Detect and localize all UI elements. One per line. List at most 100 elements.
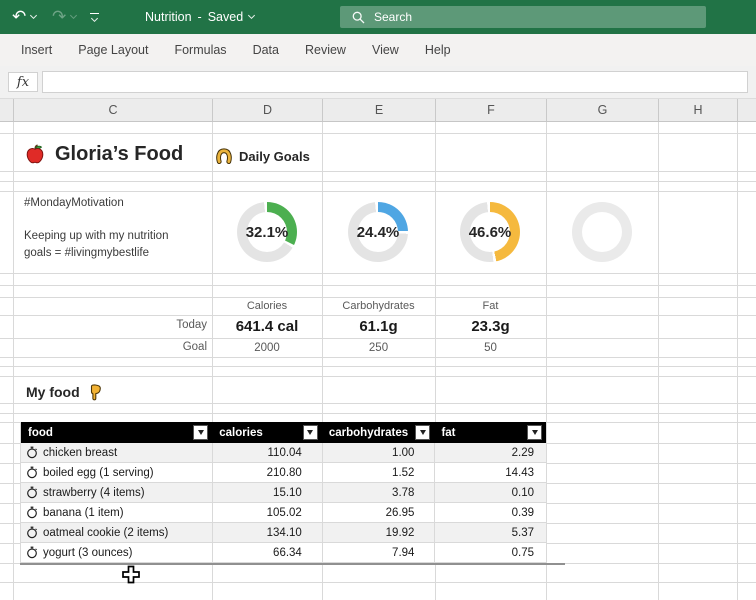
carbohydrates-cell[interactable]: 3.78 — [322, 483, 435, 502]
goal-value-fat[interactable]: 50 — [435, 339, 546, 357]
filter-button-calories[interactable] — [303, 425, 318, 440]
food-table-row[interactable]: banana (1 item)105.0226.950.39 — [21, 503, 546, 523]
food-table-row[interactable]: oatmeal cookie (2 items)134.1019.925.37 — [21, 523, 546, 543]
column-header-h[interactable]: H — [658, 99, 737, 121]
today-value-fat[interactable]: 23.3g — [435, 314, 546, 338]
column-header-food: food — [21, 422, 212, 443]
formula-input[interactable] — [42, 71, 748, 93]
redo-icon: ↷ — [52, 9, 66, 26]
calories-cell[interactable]: 210.80 — [212, 463, 322, 482]
fx-button[interactable]: fx — [8, 72, 38, 92]
search-icon — [352, 11, 365, 24]
column-header-carbohydrates: carbohydrates — [322, 422, 435, 443]
formula-bar-area: fx — [0, 66, 756, 98]
calories-cell[interactable]: 105.02 — [212, 503, 322, 522]
gridline-horizontal — [0, 181, 756, 182]
goal-value-calories[interactable]: 2000 — [212, 339, 322, 357]
today-row-label: Today — [24, 319, 207, 331]
fat-cell[interactable]: 14.43 — [434, 463, 546, 482]
tab-help[interactable]: Help — [412, 34, 464, 66]
tab-review[interactable]: Review — [292, 34, 359, 66]
carbohydrates-cell[interactable]: 7.94 — [322, 543, 435, 562]
calories-cell[interactable]: 134.10 — [212, 523, 322, 542]
calories-cell[interactable]: 110.04 — [212, 443, 322, 462]
food-table-row[interactable]: yogurt (3 ounces)66.347.940.75 — [21, 543, 546, 563]
donut-chart-3[interactable]: 46.6% — [460, 202, 520, 262]
document-title[interactable]: Nutrition - Saved — [145, 0, 254, 34]
gridline-horizontal — [0, 273, 756, 274]
title-separator: - — [198, 10, 202, 24]
gridline-horizontal — [0, 582, 756, 583]
fat-cell[interactable]: 0.10 — [434, 483, 546, 502]
motivation-line1: #MondayMotivation — [24, 195, 168, 212]
calories-cell[interactable]: 66.34 — [212, 543, 322, 562]
food-name-cell[interactable]: oatmeal cookie (2 items) — [21, 523, 212, 542]
food-name-cell[interactable]: banana (1 item) — [21, 503, 212, 522]
food-table-row[interactable]: strawberry (4 items)15.103.780.10 — [21, 483, 546, 503]
today-value-carbohydrates[interactable]: 61.1g — [322, 314, 435, 338]
gridline-horizontal — [0, 413, 756, 414]
stopwatch-icon — [26, 446, 38, 459]
tab-view[interactable]: View — [359, 34, 412, 66]
fat-cell[interactable]: 2.29 — [434, 443, 546, 462]
motivation-line2: Keeping up with my nutrition — [24, 228, 168, 245]
donut-percent-label: 32.1% — [229, 202, 305, 262]
my-food-cell[interactable]: My food — [26, 380, 102, 404]
food-name-cell[interactable]: chicken breast — [21, 443, 212, 462]
stopwatch-icon — [26, 466, 38, 479]
food-name-cell[interactable]: strawberry (4 items) — [21, 483, 212, 502]
sheet-title-cell[interactable]: Gloria’s Food — [24, 136, 183, 172]
sheet-grid[interactable]: Gloria’s Food Daily Goals #MondayMotivat… — [0, 122, 756, 600]
column-header-f[interactable]: F — [435, 99, 546, 121]
table-range-border — [20, 563, 565, 565]
fat-cell[interactable]: 0.75 — [434, 543, 546, 562]
search-placeholder: Search — [374, 10, 412, 24]
food-table: foodcaloriescarbohydratesfatchicken brea… — [20, 422, 547, 563]
chevron-with-bar-icon — [90, 13, 99, 21]
today-value-calories[interactable]: 641.4 cal — [212, 314, 322, 338]
food-name-cell[interactable]: boiled egg (1 serving) — [21, 463, 212, 482]
undo-button[interactable]: ↶ — [12, 0, 36, 34]
excel-window: ↶ ↷ Nutrition - Saved Search InsertPage … — [0, 0, 756, 600]
customize-toolbar-button[interactable] — [90, 0, 99, 34]
gridline-vertical — [737, 122, 738, 600]
filter-dropdown-icon — [307, 430, 313, 435]
tab-insert[interactable]: Insert — [8, 34, 65, 66]
stopwatch-icon — [26, 486, 38, 499]
search-box[interactable]: Search — [340, 6, 706, 28]
sheet-title-text: Gloria’s Food — [55, 143, 183, 166]
motivation-cell[interactable]: #MondayMotivation Keeping up with my nut… — [24, 195, 168, 262]
column-header-e[interactable]: E — [322, 99, 435, 121]
undo-icon: ↶ — [12, 9, 26, 26]
goal-value-carbohydrates[interactable]: 250 — [322, 339, 435, 357]
fat-cell[interactable]: 5.37 — [434, 523, 546, 542]
column-header-c[interactable]: C — [13, 99, 212, 121]
donut-chart-2[interactable]: 24.4% — [348, 202, 408, 262]
column-header-d[interactable]: D — [212, 99, 322, 121]
tab-data[interactable]: Data — [240, 34, 292, 66]
gridline-horizontal — [0, 357, 756, 358]
tab-page-layout[interactable]: Page Layout — [65, 34, 161, 66]
header-label: carbohydrates — [329, 427, 408, 439]
tab-formulas[interactable]: Formulas — [161, 34, 239, 66]
daily-goals-cell[interactable]: Daily Goals — [216, 144, 310, 168]
donut-chart-1[interactable]: 32.1% — [237, 202, 297, 262]
donut-chart-4[interactable] — [572, 202, 632, 262]
filter-button-fat[interactable] — [527, 425, 542, 440]
food-name-cell[interactable]: yogurt (3 ounces) — [21, 543, 212, 562]
filter-button-food[interactable] — [193, 425, 208, 440]
carbohydrates-cell[interactable]: 1.52 — [322, 463, 435, 482]
redo-button[interactable]: ↷ — [52, 0, 76, 34]
fat-cell[interactable]: 0.39 — [434, 503, 546, 522]
filter-button-carbohydrates[interactable] — [415, 425, 430, 440]
filter-dropdown-icon — [198, 430, 204, 435]
carbohydrates-cell[interactable]: 1.00 — [322, 443, 435, 462]
calories-cell[interactable]: 15.10 — [212, 483, 322, 502]
motivation-line3: goals = #livingmybestlife — [24, 245, 168, 262]
food-table-row[interactable]: boiled egg (1 serving)210.801.5214.43 — [21, 463, 546, 483]
column-header-g[interactable]: G — [546, 99, 658, 121]
column-header-partial — [737, 99, 756, 121]
food-table-row[interactable]: chicken breast110.041.002.29 — [21, 443, 546, 463]
carbohydrates-cell[interactable]: 19.92 — [322, 523, 435, 542]
carbohydrates-cell[interactable]: 26.95 — [322, 503, 435, 522]
